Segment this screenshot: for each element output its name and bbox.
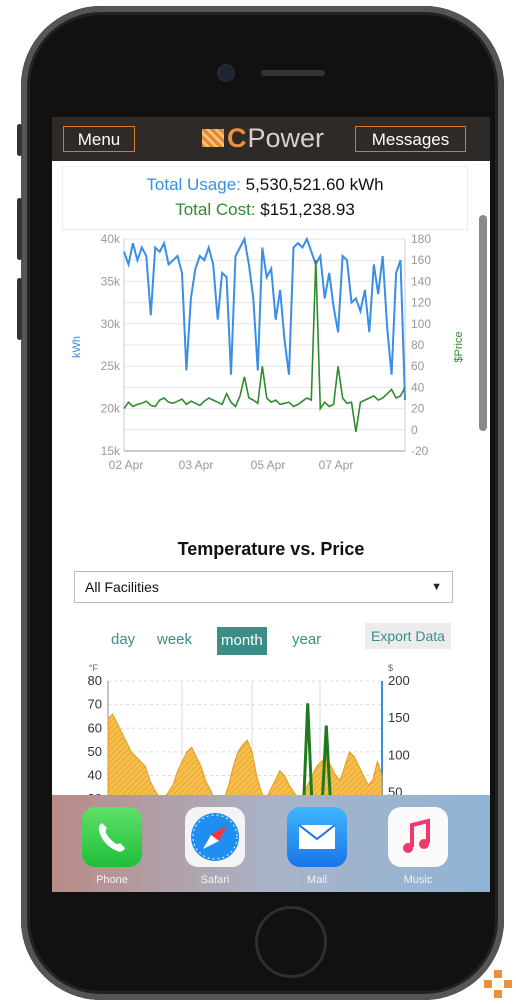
- phone-app-icon[interactable]: [82, 807, 142, 867]
- menu-button[interactable]: Menu: [63, 126, 135, 152]
- volume-down-button: [17, 278, 22, 340]
- usage-price-chart: 40k 35k 30k 25k 20k 15k 180 160 140 120 100 80 60 40 2…: [71, 232, 465, 472]
- y-right-tick-label: 40: [411, 380, 425, 394]
- envelope-icon: [298, 824, 336, 849]
- y-right-tick-label: 150: [388, 710, 410, 725]
- music-note-icon: [403, 818, 430, 853]
- section-title: Temperature vs. Price: [177, 539, 365, 559]
- safari-app-label: Safari: [200, 874, 230, 886]
- dropdown-arrow-icon: ▼: [431, 581, 442, 593]
- facility-select-value: All Facilities: [85, 579, 159, 595]
- period-year[interactable]: year: [292, 631, 321, 648]
- home-button[interactable]: [255, 906, 327, 978]
- y-right-tick-label: 120: [411, 296, 431, 310]
- decorative-pattern: [484, 970, 514, 1000]
- logo-c: C: [227, 122, 247, 153]
- y-right-tick-label: 100: [388, 747, 410, 762]
- y-right-tick-label: 180: [411, 232, 431, 246]
- safari-app-icon[interactable]: [185, 807, 245, 867]
- total-cost-label: Total Cost:: [175, 200, 256, 219]
- x-tick-label: 02 Apr: [109, 458, 144, 472]
- y-left-unit: °F: [89, 663, 99, 673]
- y-left-tick-label: 80: [88, 673, 102, 688]
- y-right-axis-label: $Price: [453, 331, 465, 362]
- volume-up-button: [17, 198, 22, 260]
- y-left-tick-label: 40k: [101, 232, 121, 246]
- x-tick-label: 05 Apr: [251, 458, 286, 472]
- y-right-tick-label: 20: [411, 402, 425, 416]
- phone-app-label: Phone: [96, 874, 128, 886]
- total-usage-value: 5,530,521.60 kWh: [245, 175, 384, 194]
- front-camera: [217, 64, 235, 82]
- y-right-tick-label: 200: [388, 673, 410, 688]
- y-left-tick-label: 30k: [101, 317, 121, 331]
- y-right-tick-label: -20: [411, 444, 429, 458]
- period-day[interactable]: day: [111, 631, 135, 648]
- logo-power: Power: [247, 122, 325, 153]
- y-right-tick-label: 140: [411, 274, 431, 288]
- y-right-tick-label: 100: [411, 317, 431, 331]
- music-app-label: Music: [403, 874, 433, 886]
- y-right-tick-label: 60: [411, 359, 425, 373]
- y-left-tick-label: 25k: [101, 359, 121, 373]
- y-left-tick-label: 20k: [101, 402, 121, 416]
- y-left-tick-label: 60: [88, 720, 102, 735]
- export-data-button[interactable]: Export Data: [365, 623, 451, 649]
- y-left-tick-label: 15k: [101, 444, 121, 458]
- x-tick-label: 07 Apr: [319, 458, 354, 472]
- top-navbar: Menu C Power Messages: [52, 117, 490, 161]
- y-right-tick-label: 80: [411, 338, 425, 352]
- y-left-tick-label: 40: [88, 768, 102, 783]
- cpower-logo: C Power: [202, 123, 324, 153]
- compass-icon: [191, 813, 239, 861]
- y-left-tick-label: 70: [88, 697, 102, 712]
- totals-panel: Total Usage: 5,530,521.60 kWh Total Cost…: [62, 166, 468, 230]
- logo-mark-icon: [202, 129, 224, 147]
- series-line-price: [123, 260, 406, 433]
- x-tick-label: 03 Apr: [179, 458, 214, 472]
- period-month[interactable]: month: [217, 627, 267, 655]
- y-left-axis-label: kWh: [71, 336, 83, 358]
- scrollbar[interactable]: [479, 215, 487, 431]
- mute-switch: [17, 124, 22, 156]
- phone-handset-icon: [98, 823, 125, 852]
- y-left-tick-label: 35k: [101, 274, 121, 288]
- earpiece-speaker: [261, 70, 325, 76]
- y-left-tick-label: 50: [88, 744, 102, 759]
- temperature-price-chart: 80706050403020015010050°F$: [88, 663, 410, 801]
- series-line-kwh: [123, 235, 406, 401]
- facility-select[interactable]: All Facilities ▼: [74, 571, 453, 603]
- messages-button[interactable]: Messages: [355, 126, 466, 152]
- period-week[interactable]: week: [157, 631, 192, 648]
- y-right-unit: $: [388, 663, 393, 673]
- y-right-tick-label: 0: [411, 423, 418, 437]
- mail-app-icon[interactable]: [287, 807, 347, 867]
- app-screen: Menu C Power Messages Total Usage: 5,530…: [52, 117, 490, 892]
- mail-app-label: Mail: [306, 874, 328, 886]
- y-right-tick-label: 160: [411, 253, 431, 267]
- temperature-area: [107, 713, 383, 801]
- music-app-icon[interactable]: [388, 807, 448, 867]
- total-cost-value: $151,238.93: [260, 200, 355, 219]
- total-usage-label: Total Usage:: [146, 175, 241, 194]
